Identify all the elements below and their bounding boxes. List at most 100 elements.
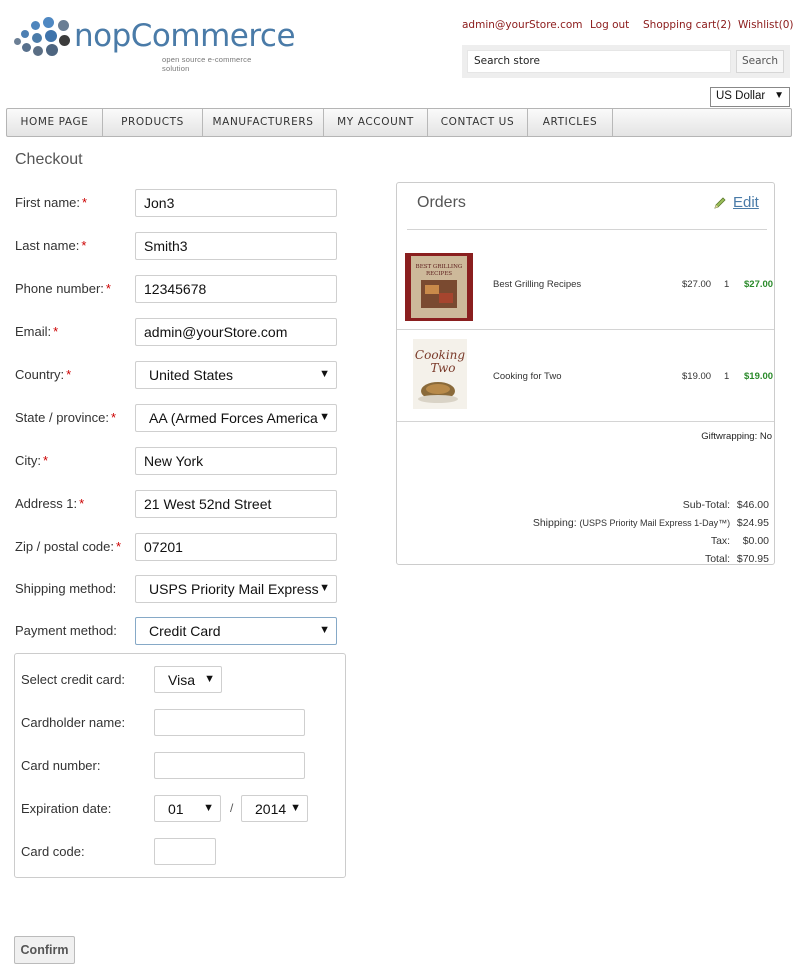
last-name-field[interactable]: Smith3 (135, 232, 337, 260)
cover-title-line1: Cooking (415, 348, 465, 362)
wishlist-link[interactable]: Wishlist(0) (738, 19, 794, 31)
account-link[interactable]: admin@yourStore.com (462, 19, 583, 31)
card-type-row: Select credit card: Visa ▼ (21, 666, 321, 694)
address-field[interactable]: 21 West 52nd Street (135, 490, 337, 518)
item-name[interactable]: Best Grilling Recipes (493, 279, 581, 290)
required-mark: * (110, 410, 117, 425)
chevron-down-icon: ▼ (290, 802, 301, 814)
menu-item-my-account[interactable]: MY ACCOUNT (324, 109, 428, 136)
required-mark: * (43, 453, 49, 468)
chevron-down-icon: ▼ (204, 673, 215, 685)
search-input[interactable]: Search store (467, 50, 731, 73)
menu-item-manufacturers[interactable]: MANUFACTURERS (203, 109, 324, 136)
tax-value: $0.00 (742, 535, 769, 547)
zip-field[interactable]: 07201 (135, 533, 337, 561)
card-number-input[interactable] (154, 752, 305, 779)
confirm-button[interactable]: Confirm (14, 936, 75, 964)
required-mark: * (66, 367, 72, 382)
edit-link-text[interactable]: Edit (733, 194, 759, 211)
required-mark: * (53, 324, 59, 339)
search-button[interactable]: Search (736, 50, 784, 73)
menu-item-contact-us[interactable]: CONTACT US (428, 109, 528, 136)
address-label: Address 1: * (15, 496, 85, 511)
item-total: $27.00 (744, 279, 774, 290)
payment-method-label: Payment method: (15, 623, 117, 638)
city-label: City: * (15, 453, 49, 468)
cover-title-line1: BEST GRILLING (416, 264, 463, 270)
city-field[interactable]: New York (135, 447, 337, 475)
menu-item-home[interactable]: HOME PAGE (7, 109, 103, 136)
product-image-grilling[interactable]: BEST GRILLING RECIPES (405, 253, 473, 321)
card-code-row: Card code: (21, 838, 321, 866)
address-row: Address 1: * 21 West 52nd Street (15, 490, 340, 518)
cardholder-row: Cardholder name: (21, 709, 321, 737)
site-logo[interactable]: nopCommerce open source e-commerce solut… (12, 14, 296, 73)
state-row: State / province: * AA (Armed Forces Amer… (15, 404, 340, 432)
country-label: Country: * (15, 367, 72, 382)
expiration-label: Expiration date: (21, 801, 112, 816)
required-mark: * (116, 539, 122, 554)
state-select[interactable]: AA (Armed Forces America ▼ (135, 404, 337, 432)
cover-title-line2: Two (430, 361, 455, 375)
currency-selector[interactable]: US Dollar ▼ (710, 87, 790, 107)
order-item: Cooking Two Cooking for Two $19.00 1 $19… (397, 330, 774, 422)
chevron-down-icon: ▼ (319, 411, 330, 423)
shipping-row: Shipping: (USPS Priority Mail Express 1-… (533, 514, 769, 532)
product-image-cooking[interactable]: Cooking Two (413, 339, 467, 409)
first-name-field[interactable]: Jon3 (135, 189, 337, 217)
orders-title: Orders (417, 194, 466, 211)
total-row: Total: $70.95 (533, 550, 769, 568)
chevron-down-icon: ▼ (319, 368, 330, 380)
email-field[interactable]: admin@yourStore.com (135, 318, 337, 346)
subtotal-value: $46.00 (736, 499, 769, 511)
item-price: $19.00 (682, 371, 712, 382)
subtotal-row: Sub-Total: $46.00 (533, 496, 769, 514)
payment-method-row: Payment method: Credit Card ▼ (15, 617, 340, 645)
country-select[interactable]: United States ▼ (135, 361, 337, 389)
card-type-select[interactable]: Visa ▼ (154, 666, 222, 693)
item-qty: 1 (724, 279, 730, 290)
expiration-row: Expiration date: 01 ▼ / 2014 ▼ (21, 795, 321, 823)
top-menu: HOME PAGE PRODUCTS MANUFACTURERS MY ACCO… (6, 108, 792, 137)
giftwrapping-info: Giftwrapping: No (701, 431, 772, 442)
header-links: admin@yourStore.com Log out Shopping car… (462, 19, 794, 33)
zip-row: Zip / postal code: * 07201 (15, 533, 340, 561)
payment-method-select[interactable]: Credit Card ▼ (135, 617, 337, 645)
menu-item-articles[interactable]: ARTICLES (528, 109, 613, 136)
exp-separator: / (230, 801, 234, 815)
item-name[interactable]: Cooking for Two (493, 371, 561, 382)
card-code-label: Card code: (21, 844, 85, 859)
shopping-cart-link[interactable]: Shopping cart(2) (643, 19, 731, 31)
divider (407, 229, 767, 230)
shipping-method-row: Shipping method: USPS Priority Mail Expr… (15, 575, 340, 603)
exp-year-select[interactable]: 2014 ▼ (241, 795, 308, 822)
logo-text: nopCommerce (74, 18, 296, 54)
exp-month-select[interactable]: 01 ▼ (154, 795, 221, 822)
card-type-label: Select credit card: (21, 672, 126, 687)
cardholder-input[interactable] (154, 709, 305, 736)
last-name-label: Last name: * (15, 238, 87, 253)
email-row: Email: * admin@yourStore.com (15, 318, 340, 346)
chevron-down-icon: ▼ (774, 90, 784, 101)
item-price: $27.00 (682, 279, 712, 290)
order-item: BEST GRILLING RECIPES Best Grilling Reci… (397, 238, 774, 330)
card-code-input[interactable] (154, 838, 216, 865)
state-label: State / province: * (15, 410, 117, 425)
chevron-down-icon: ▼ (319, 582, 330, 594)
credit-card-panel: Select credit card: Visa ▼ Cardholder nam… (14, 653, 346, 878)
chevron-down-icon: ▼ (319, 624, 330, 636)
item-total: $19.00 (744, 371, 774, 382)
logo-dots-icon (12, 16, 70, 60)
card-number-row: Card number: (21, 752, 321, 780)
city-row: City: * New York (15, 447, 340, 475)
search-box: Search store Search (462, 45, 790, 78)
cover-title-line2: RECIPES (426, 271, 452, 277)
menu-item-products[interactable]: PRODUCTS (103, 109, 203, 136)
first-name-row: First name: * Jon3 (15, 189, 340, 217)
shipping-method-select[interactable]: USPS Priority Mail Express ▼ (135, 575, 337, 603)
phone-field[interactable]: 12345678 (135, 275, 337, 303)
order-totals: Sub-Total: $46.00 Shipping: (USPS Priori… (533, 496, 769, 568)
last-name-row: Last name: * Smith3 (15, 232, 340, 260)
logout-link[interactable]: Log out (590, 19, 629, 31)
logo-tagline: open source e-commerce solution (162, 55, 252, 73)
